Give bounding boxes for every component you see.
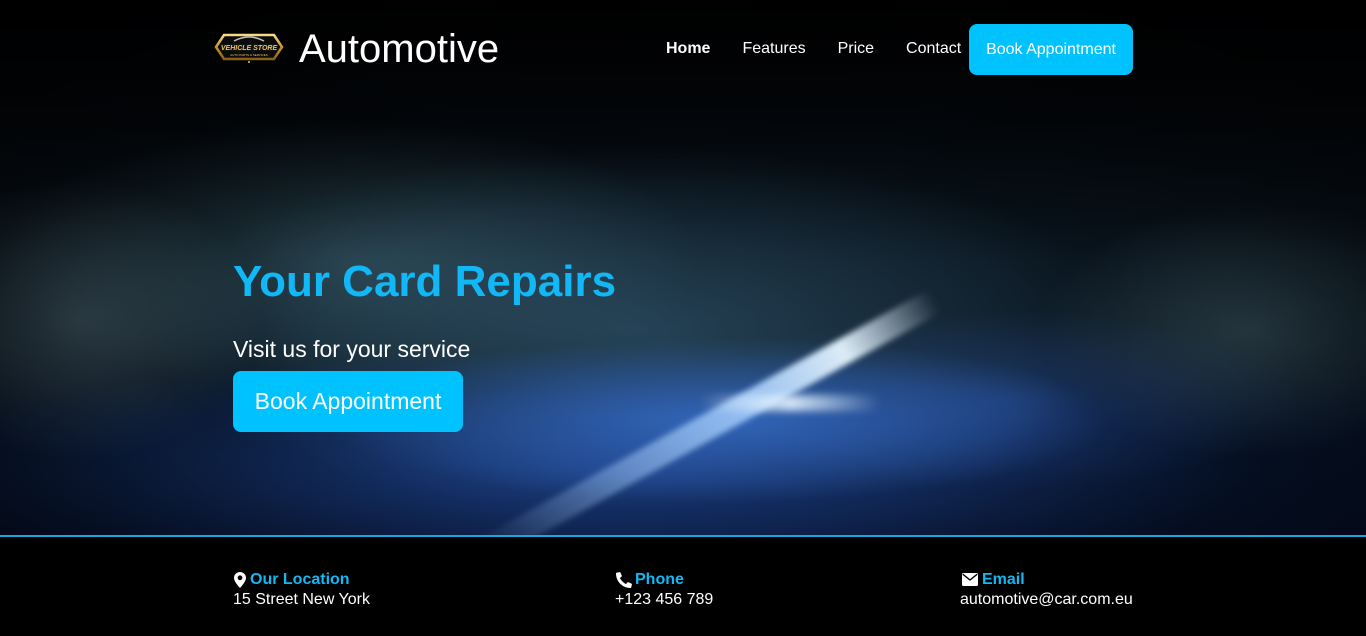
phone-icon	[615, 571, 632, 588]
info-location-value: 15 Street New York	[233, 591, 370, 608]
map-marker-icon	[233, 571, 247, 588]
info-phone-heading: Phone	[615, 570, 713, 589]
hero-title: Your Card Repairs	[233, 257, 617, 306]
nav-item-features[interactable]: Features	[742, 40, 805, 58]
nav-item-home[interactable]: Home	[666, 40, 710, 58]
info-phone: Phone +123 456 789	[615, 570, 713, 609]
envelope-icon	[960, 572, 979, 588]
info-email-label: Email	[982, 571, 1025, 588]
info-email: Email automotive@car.com.eu	[960, 570, 1133, 609]
svg-text:VEHICLE STORE: VEHICLE STORE	[221, 45, 278, 52]
logo-badge-icon: VEHICLE STORE AUTO PARTS & SERVICES	[214, 33, 284, 63]
info-phone-value: +123 456 789	[615, 591, 714, 608]
info-email-heading: Email	[960, 570, 1133, 589]
info-email-value: automotive@car.com.eu	[960, 591, 1133, 608]
info-phone-label: Phone	[635, 571, 684, 588]
vehicle-store-logo[interactable]: VEHICLE STORE AUTO PARTS & SERVICES	[214, 27, 284, 67]
info-location-label: Our Location	[250, 571, 350, 588]
svg-text:AUTO PARTS & SERVICES: AUTO PARTS & SERVICES	[230, 53, 268, 57]
main-nav: Home Features Price Contact	[650, 24, 977, 74]
info-location-heading: Our Location	[233, 570, 370, 589]
hero-divider	[0, 535, 1366, 537]
header-book-appointment-button[interactable]: Book Appointment	[969, 24, 1133, 75]
info-location: Our Location 15 Street New York	[233, 570, 370, 609]
brand-title[interactable]: Automotive	[299, 27, 499, 71]
hero-book-appointment-button[interactable]: Book Appointment	[233, 371, 463, 432]
site-header: VEHICLE STORE AUTO PARTS & SERVICES Auto…	[0, 0, 1366, 100]
nav-item-price[interactable]: Price	[838, 40, 874, 58]
hero-subtitle: Visit us for your service	[233, 336, 471, 362]
nav-item-contact[interactable]: Contact	[906, 40, 961, 58]
